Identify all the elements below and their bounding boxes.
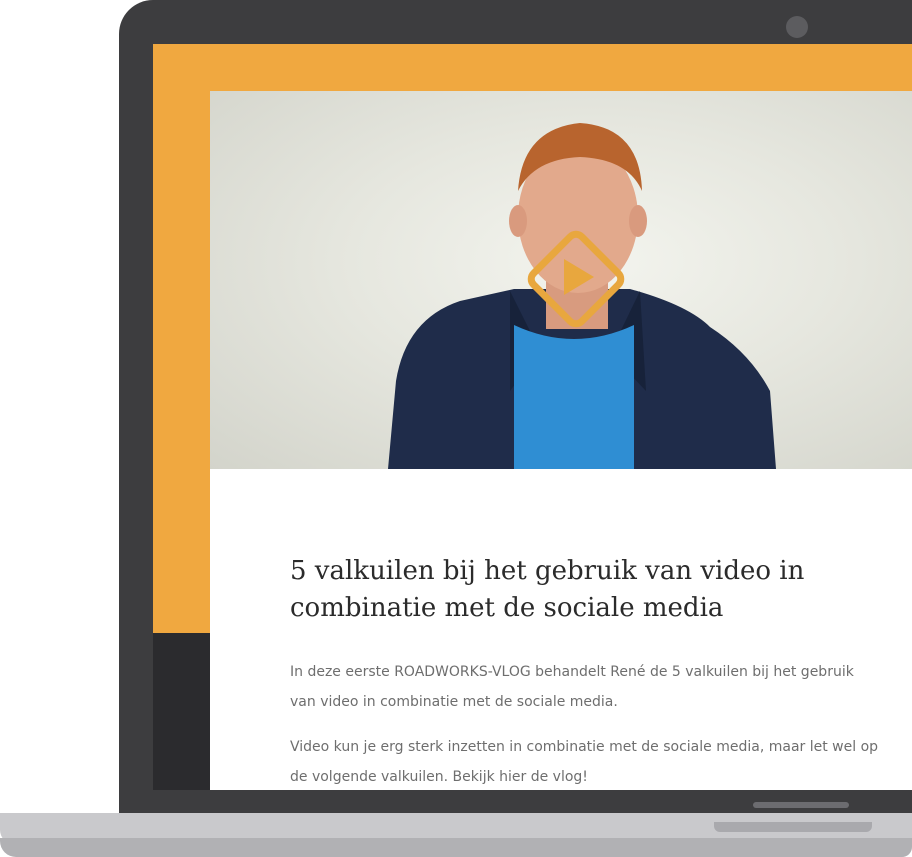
play-diamond-icon: [527, 230, 625, 328]
laptop-bezel-slot: [753, 802, 849, 808]
article-title: 5 valkuilen bij het gebruik van video in…: [290, 556, 805, 623]
video-thumbnail[interactable]: [210, 91, 912, 469]
webcam-icon: [786, 16, 808, 38]
laptop-base-shadow: [0, 838, 912, 857]
laptop-screen: 5 valkuilen bij het gebruik van video in…: [153, 44, 912, 790]
article-body-paragraph: Video kun je erg sterk inzetten in combi…: [290, 739, 879, 785]
play-button[interactable]: [516, 219, 636, 339]
article-card: 5 valkuilen bij het gebruik van video in…: [210, 91, 912, 790]
laptop-opening-notch: [714, 822, 872, 832]
article-intro-paragraph: In deze eerste ROADWORKS-VLOG behandelt …: [290, 664, 854, 710]
